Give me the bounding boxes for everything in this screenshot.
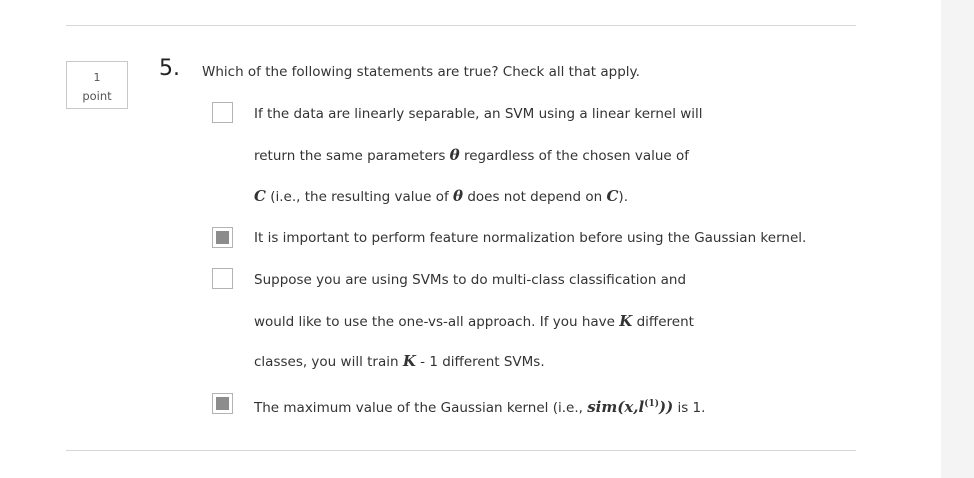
option-3-line-2[interactable]: would like to use the one-vs-all approac…	[254, 312, 694, 331]
option-4-checkbox[interactable]	[212, 393, 233, 414]
right-side-panel	[941, 0, 974, 478]
c-symbol: C	[254, 187, 266, 205]
superscript: (1)	[644, 399, 659, 409]
option-3-line-3[interactable]: classes, you will train K - 1 different …	[254, 352, 545, 371]
option-text: - 1 different SVMs.	[415, 354, 545, 370]
theta-symbol: θ	[453, 187, 464, 205]
points-label: point	[82, 89, 112, 103]
option-3-line-1[interactable]: Suppose you are using SVMs to do multi-c…	[254, 271, 686, 289]
option-text: return the same parameters	[254, 148, 450, 164]
points-value: 1	[93, 71, 101, 84]
option-text: It is important to perform feature norma…	[254, 230, 807, 246]
option-1-line-3[interactable]: C (i.e., the resulting value of θ does n…	[254, 187, 628, 206]
option-text: does not depend on	[463, 189, 607, 205]
option-1-line-1[interactable]: If the data are linearly separable, an S…	[254, 105, 703, 123]
option-text: The maximum value of the Gaussian kernel…	[254, 400, 588, 416]
sim-function: sim(x,l	[587, 398, 645, 416]
bottom-divider	[66, 450, 856, 451]
option-text: Suppose you are using SVMs to do multi-c…	[254, 272, 687, 288]
option-1-line-2[interactable]: return the same parameters θ regardless …	[254, 146, 689, 165]
option-3-checkbox[interactable]	[212, 268, 233, 289]
option-4-line-1[interactable]: The maximum value of the Gaussian kernel…	[254, 395, 705, 417]
option-text: would like to use the one-vs-all approac…	[254, 314, 620, 330]
option-2-checkbox[interactable]	[212, 227, 233, 248]
option-1-checkbox[interactable]	[212, 102, 233, 123]
points-badge: 1 point	[66, 61, 128, 109]
option-text: ).	[618, 189, 628, 205]
option-2-line-1[interactable]: It is important to perform feature norma…	[254, 229, 806, 247]
k-symbol: K	[619, 312, 633, 330]
question-prompt: Which of the following statements are tr…	[202, 64, 640, 80]
option-text: is 1.	[673, 400, 706, 416]
option-text: classes, you will train	[254, 354, 403, 370]
option-text: (i.e., the resulting value of	[265, 189, 454, 205]
theta-symbol: θ	[449, 146, 460, 164]
question-number: 5.	[159, 56, 180, 81]
c-symbol: C	[606, 187, 619, 205]
option-text: different	[632, 314, 694, 330]
option-text: If the data are linearly separable, an S…	[254, 106, 703, 122]
math-close: ))	[658, 398, 674, 416]
option-text: regardless of the chosen value of	[459, 148, 690, 164]
top-divider	[66, 25, 856, 26]
k-symbol: K	[402, 352, 416, 370]
